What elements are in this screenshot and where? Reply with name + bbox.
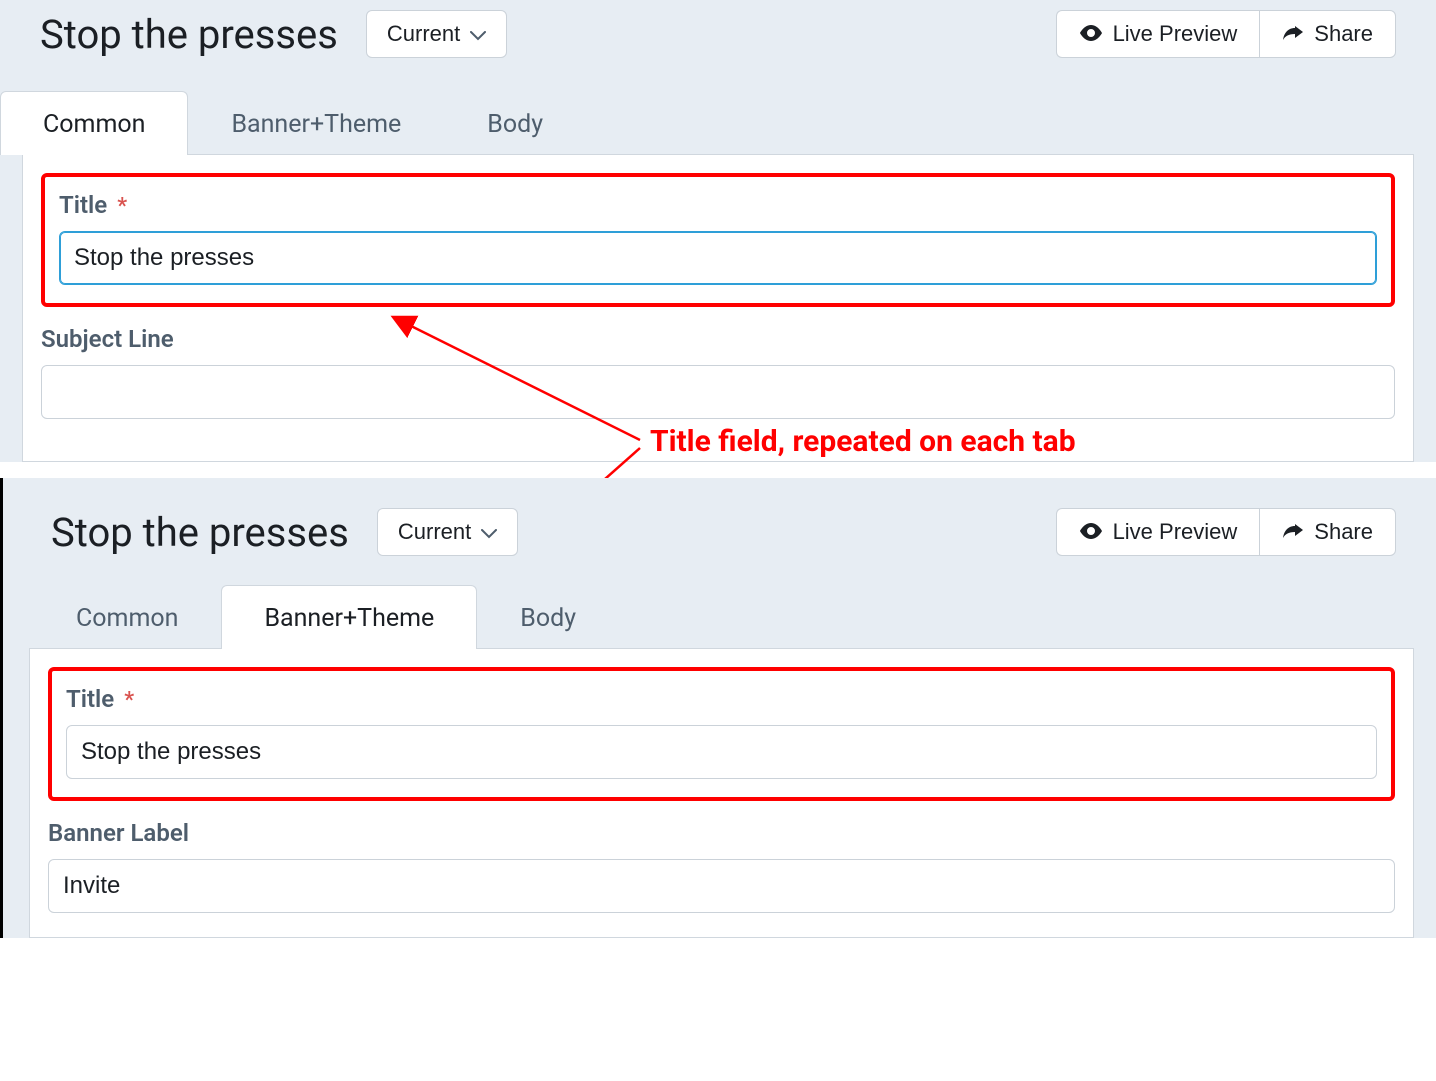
page-title: Stop the presses bbox=[51, 509, 349, 556]
required-indicator: * bbox=[117, 196, 127, 218]
share-icon bbox=[1282, 21, 1304, 47]
title-label-text: Title bbox=[59, 191, 107, 219]
tab-label: Body bbox=[520, 604, 576, 633]
live-preview-label: Live Preview bbox=[1113, 21, 1238, 47]
version-dropdown[interactable]: Current bbox=[377, 508, 518, 556]
banner-label-input[interactable] bbox=[48, 859, 1395, 913]
version-dropdown-label: Current bbox=[398, 519, 471, 545]
annotation-highlight-top: Title * bbox=[41, 173, 1395, 307]
tab-body[interactable]: Body bbox=[444, 91, 586, 155]
title-label: Title * bbox=[66, 685, 1377, 713]
live-preview-button[interactable]: Live Preview bbox=[1056, 10, 1260, 58]
version-dropdown[interactable]: Current bbox=[366, 10, 507, 58]
live-preview-button[interactable]: Live Preview bbox=[1056, 508, 1260, 556]
form-panel: Title * Subject Line bbox=[22, 154, 1414, 462]
title-input[interactable] bbox=[59, 231, 1377, 285]
share-button[interactable]: Share bbox=[1259, 10, 1396, 58]
share-icon bbox=[1282, 519, 1304, 545]
header: Stop the presses Current Live Preview Sh… bbox=[3, 478, 1436, 556]
editor-pane-common: Stop the presses Current Live Preview Sh… bbox=[0, 0, 1436, 462]
page-title: Stop the presses bbox=[40, 11, 338, 58]
tab-common[interactable]: Common bbox=[0, 91, 188, 155]
eye-icon bbox=[1079, 21, 1103, 47]
title-label-text: Title bbox=[66, 685, 114, 713]
subject-line-input[interactable] bbox=[41, 365, 1395, 419]
editor-pane-banner-theme: Stop the presses Current Live Preview Sh… bbox=[0, 478, 1436, 938]
share-label: Share bbox=[1314, 519, 1373, 545]
header-actions: Live Preview Share bbox=[1056, 508, 1396, 556]
required-indicator: * bbox=[124, 690, 134, 712]
tab-banner-theme[interactable]: Banner+Theme bbox=[188, 91, 444, 155]
live-preview-label: Live Preview bbox=[1113, 519, 1238, 545]
subject-line-group: Subject Line bbox=[41, 325, 1395, 419]
header: Stop the presses Current Live Preview Sh… bbox=[0, 0, 1436, 58]
annotation-highlight-bottom: Title * bbox=[48, 667, 1395, 801]
tab-label: Common bbox=[76, 604, 178, 633]
version-dropdown-label: Current bbox=[387, 21, 460, 47]
chevron-down-icon bbox=[470, 21, 486, 47]
tabs: Common Banner+Theme Body bbox=[0, 58, 1436, 154]
title-label: Title * bbox=[59, 191, 1377, 219]
tab-label: Common bbox=[43, 110, 145, 139]
chevron-down-icon bbox=[481, 519, 497, 545]
tabs: Common Banner+Theme Body bbox=[3, 556, 1436, 648]
banner-label-label: Banner Label bbox=[48, 819, 1395, 847]
form-panel: Title * Banner Label bbox=[29, 648, 1414, 938]
banner-label-label-text: Banner Label bbox=[48, 819, 189, 847]
tab-common[interactable]: Common bbox=[33, 585, 221, 649]
tab-banner-theme[interactable]: Banner+Theme bbox=[221, 585, 477, 649]
tab-label: Banner+Theme bbox=[264, 604, 434, 633]
subject-line-label-text: Subject Line bbox=[41, 325, 174, 353]
eye-icon bbox=[1079, 519, 1103, 545]
share-label: Share bbox=[1314, 21, 1373, 47]
subject-line-label: Subject Line bbox=[41, 325, 1395, 353]
banner-label-group: Banner Label bbox=[48, 819, 1395, 913]
title-input[interactable] bbox=[66, 725, 1377, 779]
tab-body[interactable]: Body bbox=[477, 585, 619, 649]
tab-label: Banner+Theme bbox=[231, 110, 401, 139]
header-actions: Live Preview Share bbox=[1056, 10, 1396, 58]
tab-label: Body bbox=[487, 110, 543, 139]
share-button[interactable]: Share bbox=[1259, 508, 1396, 556]
